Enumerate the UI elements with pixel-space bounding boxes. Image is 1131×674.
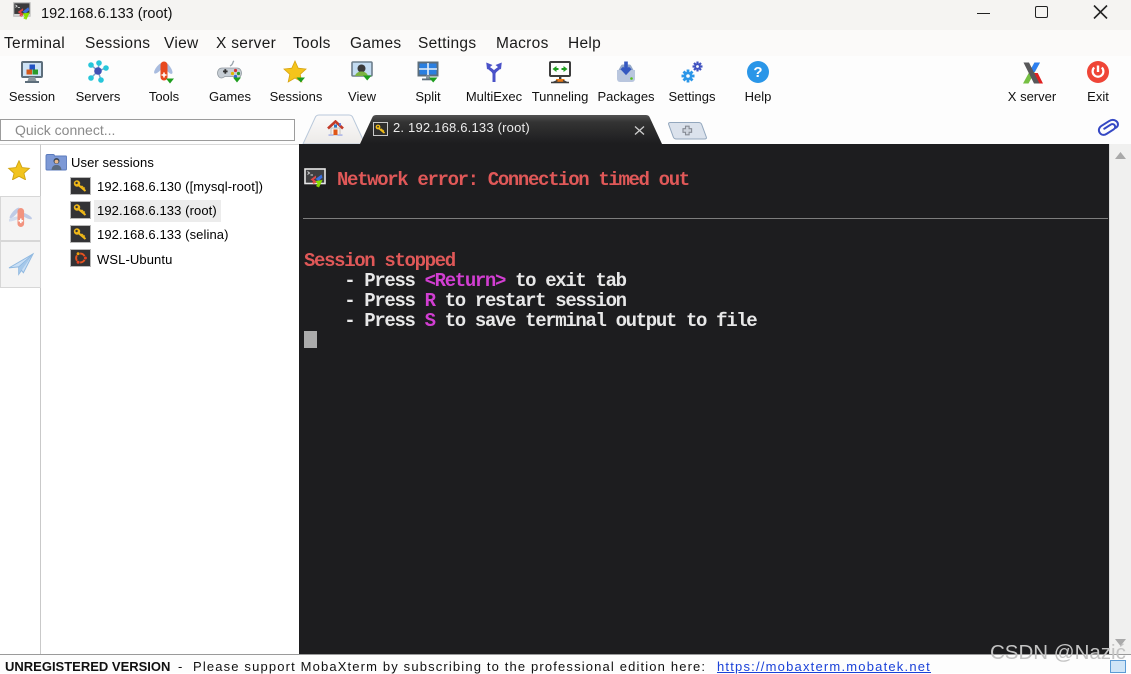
svg-text:?: ?: [753, 64, 762, 81]
